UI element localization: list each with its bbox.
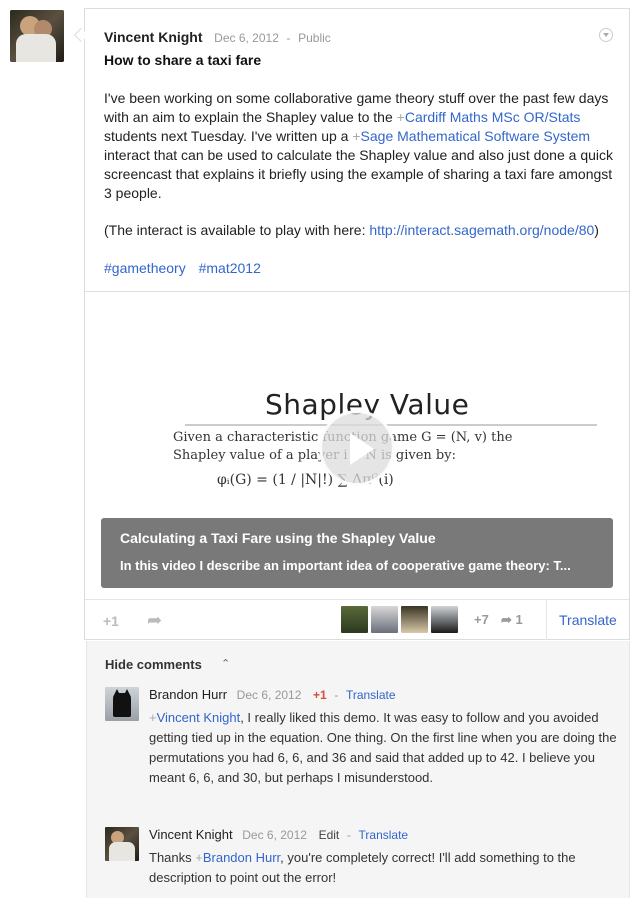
- share-count-value: 1: [515, 612, 523, 627]
- interact-link[interactable]: http://interact.sagemath.org/node/80: [369, 222, 594, 238]
- avatar[interactable]: [105, 687, 139, 721]
- separator: -: [334, 688, 339, 702]
- post-date[interactable]: Dec 6, 2012: [214, 31, 279, 45]
- video-caption[interactable]: Calculating a Taxi Fare using the Shaple…: [101, 518, 613, 588]
- meta-separator: -: [286, 31, 291, 45]
- avatar[interactable]: [105, 827, 139, 861]
- video-title[interactable]: Calculating a Taxi Fare using the Shaple…: [120, 530, 436, 546]
- action-bar: +1 ➦ +7 ➦ 1 Translate: [85, 599, 629, 640]
- hashtags: #gametheory #mat2012: [104, 260, 270, 276]
- post-text: interact that can be used to calculate t…: [104, 147, 614, 201]
- author-avatar[interactable]: [10, 10, 64, 62]
- comment-header: Brandon Hurr Dec 6, 2012 +1 - Translate: [149, 687, 396, 702]
- mention-vincent-knight[interactable]: Vincent Knight: [157, 710, 241, 725]
- comment-text: +Vincent Knight, I really liked this dem…: [149, 708, 619, 788]
- mention-cardiff-maths[interactable]: Cardiff Maths MSc OR/Stats: [405, 109, 581, 125]
- comment-translate-link[interactable]: Translate: [346, 688, 396, 702]
- post-card: Vincent Knight Dec 6, 2012 - Public How …: [84, 8, 630, 640]
- post-text: students next Tuesday. I've written up a: [104, 128, 353, 144]
- comment-plusone-button[interactable]: +1: [313, 688, 327, 702]
- plusone-count[interactable]: +7: [474, 612, 489, 627]
- post-header: Vincent Knight Dec 6, 2012 - Public: [104, 29, 331, 45]
- translate-button[interactable]: Translate: [559, 612, 617, 628]
- comment-text: Thanks +Brandon Hurr, you're completely …: [149, 848, 619, 888]
- hashtag-gametheory[interactable]: #gametheory: [104, 260, 186, 276]
- comment-header: Vincent Knight Dec 6, 2012 Edit - Transl…: [149, 827, 408, 842]
- comment-author[interactable]: Vincent Knight: [149, 827, 233, 842]
- avatar[interactable]: [341, 606, 368, 633]
- avatar-head: [113, 693, 131, 717]
- slide-text: Shapley value of a player i ∈ N is given…: [173, 448, 456, 463]
- plusoners-avatars: [341, 606, 461, 633]
- comment-body: Thanks: [149, 850, 196, 865]
- chevron-down-icon[interactable]: [599, 28, 613, 42]
- avatar-body: [109, 842, 135, 861]
- avatar[interactable]: [401, 606, 428, 633]
- post-visibility[interactable]: Public: [298, 31, 331, 45]
- hashtag-mat2012[interactable]: #mat2012: [199, 260, 261, 276]
- comment-date: Dec 6, 2012: [236, 688, 302, 702]
- interact-text: (The interact is available to play with …: [104, 222, 370, 238]
- comment-date: Dec 6, 2012: [242, 828, 307, 842]
- mention-plus: +: [149, 710, 157, 725]
- avatar[interactable]: [371, 606, 398, 633]
- play-icon[interactable]: [319, 410, 395, 486]
- separator: -: [346, 828, 351, 842]
- chevron-up-icon[interactable]: ⌃: [221, 657, 230, 670]
- comment-translate-link[interactable]: Translate: [359, 828, 409, 842]
- hide-comments-button[interactable]: Hide comments: [105, 657, 202, 672]
- mention-plus: +: [396, 109, 405, 125]
- comment-author[interactable]: Brandon Hurr: [149, 687, 227, 702]
- comments-section: Hide comments ⌃ Brandon Hurr Dec 6, 2012…: [86, 641, 630, 898]
- mention-plus: +: [195, 850, 203, 865]
- mention-brandon-hurr[interactable]: Brandon Hurr: [203, 850, 280, 865]
- mention-sage-math[interactable]: Sage Mathematical Software System: [361, 128, 591, 144]
- avatar-photo-body: [16, 34, 56, 62]
- interact-close: ): [594, 222, 599, 238]
- share-count-icon: ➦: [501, 612, 512, 627]
- post-author[interactable]: Vincent Knight: [104, 29, 203, 45]
- share-icon[interactable]: ➦: [147, 610, 162, 631]
- video-embed[interactable]: Shapley Value Given a characteristic fun…: [85, 291, 629, 597]
- plusone-button[interactable]: +1: [103, 613, 119, 629]
- post-title: How to share a taxi fare: [104, 52, 262, 68]
- avatar[interactable]: [431, 606, 458, 633]
- divider: [546, 600, 547, 640]
- interact-line: (The interact is available to play with …: [104, 222, 599, 238]
- mention-plus: +: [352, 128, 361, 144]
- comment-edit-link[interactable]: Edit: [319, 828, 340, 842]
- post-body: I've been working on some collaborative …: [104, 89, 619, 203]
- slide-divider: [185, 424, 597, 426]
- share-count[interactable]: ➦ 1: [501, 612, 523, 628]
- video-description: In this video I describe an important id…: [120, 558, 571, 573]
